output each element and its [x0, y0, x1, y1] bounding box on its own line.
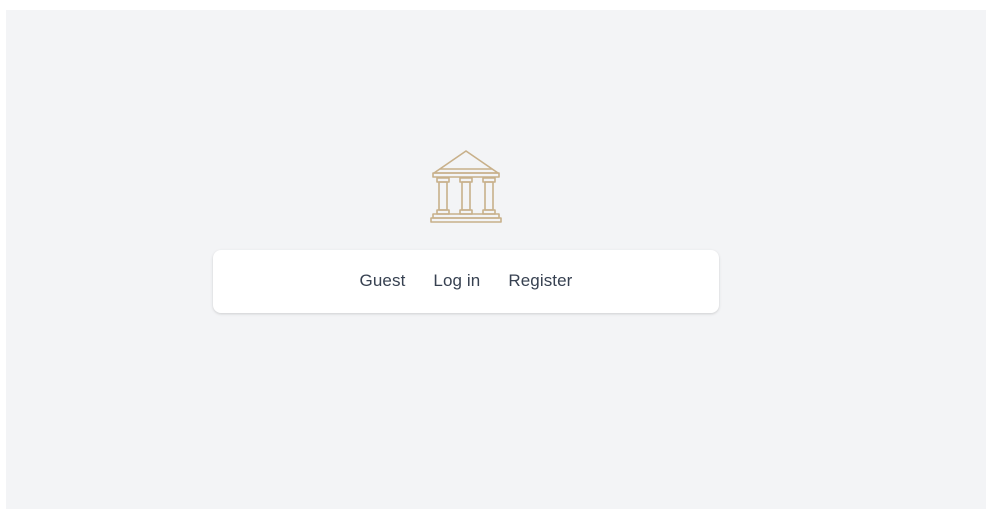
login-link[interactable]: Log in [433, 271, 480, 291]
page-background: Guest Log in Register [6, 10, 986, 509]
guest-link[interactable]: Guest [360, 271, 406, 291]
bank-building-icon [430, 149, 502, 225]
register-link[interactable]: Register [508, 271, 572, 291]
auth-nav-card: Guest Log in Register [213, 250, 719, 313]
